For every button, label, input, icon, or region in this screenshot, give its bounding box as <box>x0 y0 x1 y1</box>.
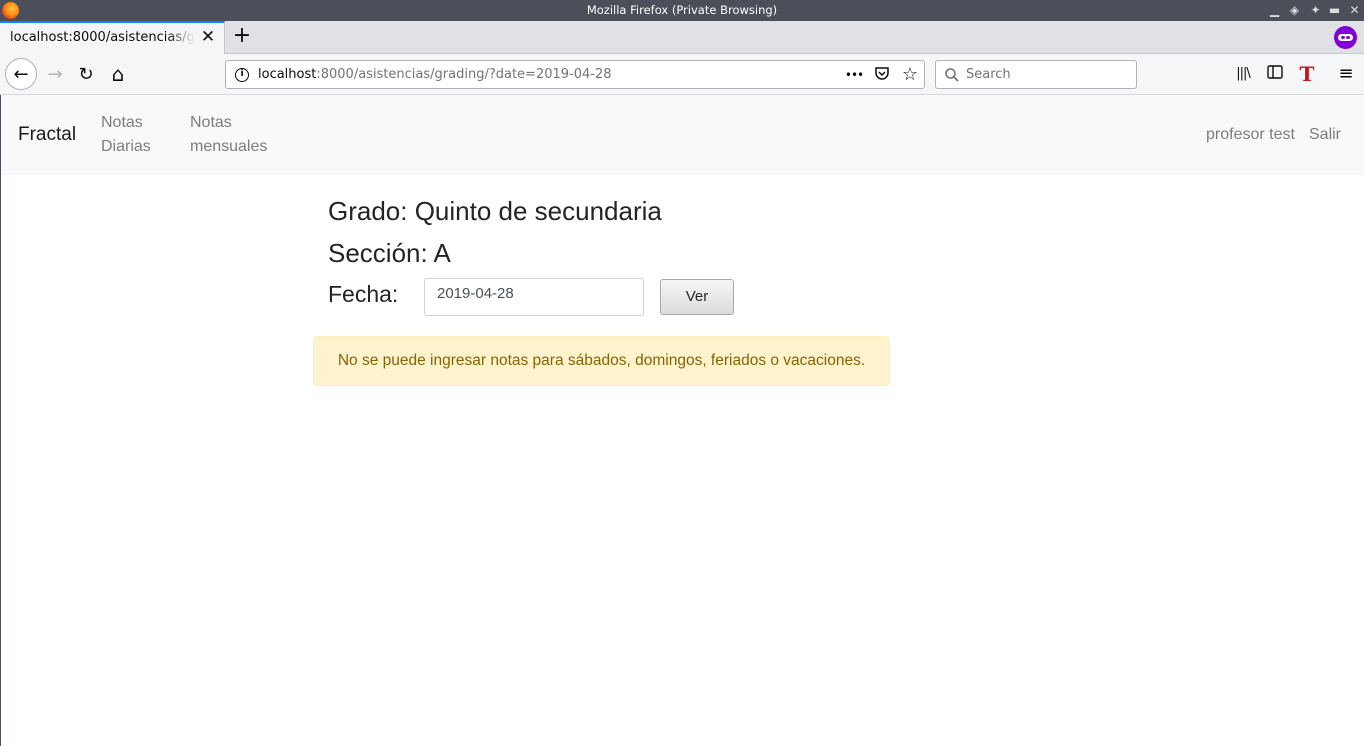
window-minimize-icon[interactable]: ▁ <box>1267 3 1282 18</box>
sidebar-icon[interactable] <box>1264 63 1286 85</box>
logout-link[interactable]: Salir <box>1309 123 1341 147</box>
ver-button[interactable]: Ver <box>660 279 734 315</box>
forward-icon[interactable]: → <box>40 59 70 89</box>
site-brand[interactable]: Fractal <box>18 124 76 146</box>
new-tab-icon[interactable]: + <box>231 24 253 48</box>
date-field[interactable]: 2019-04-28 <box>424 278 644 316</box>
browser-toolbar: ← → ↻ ⌂ i localhost:8000/asistencias/gra… <box>0 54 1364 95</box>
window-title: Mozilla Firefox (Private Browsing) <box>586 3 778 17</box>
seccion-heading: Sección: A <box>328 238 451 268</box>
site-navbar: Fractal Notas Diarias Notas mensuales pr… <box>1 95 1364 175</box>
search-input[interactable] <box>966 65 1126 84</box>
reload-icon[interactable]: ↻ <box>71 59 101 89</box>
window-left-border <box>0 95 1 746</box>
hamburger-menu-icon[interactable]: ≡ <box>1335 63 1357 85</box>
warning-alert: No se puede ingresar notas para sábados,… <box>313 336 890 386</box>
grado-heading: Grado: Quinto de secundaria <box>328 196 662 226</box>
window-titlebar: Mozilla Firefox (Private Browsing) ▁ ◈ ✦… <box>0 0 1364 21</box>
translate-extension-icon[interactable]: T <box>1296 63 1318 85</box>
site-info-icon[interactable]: i <box>235 68 249 82</box>
bookmark-star-icon[interactable]: ☆ <box>900 65 920 85</box>
close-tab-icon[interactable]: ✕ <box>199 27 217 47</box>
search-icon <box>945 68 959 82</box>
fecha-label: Fecha: <box>328 281 399 307</box>
page-actions-icon[interactable]: ••• <box>844 65 864 85</box>
search-bar[interactable] <box>935 60 1137 89</box>
tab-active[interactable]: localhost:8000/asistencias/grading/?date… <box>0 21 225 54</box>
tab-title: localhost:8000/asistencias/grading/?date… <box>10 30 195 45</box>
window-maximize-icon[interactable]: ▬ <box>1327 3 1342 18</box>
url-text[interactable]: localhost:8000/asistencias/grading/?date… <box>258 67 612 82</box>
tab-strip: localhost:8000/asistencias/grading/?date… <box>0 21 1364 54</box>
user-name-link[interactable]: profesor test <box>1206 123 1295 147</box>
nav-link-notas-mensuales[interactable]: Notas mensuales <box>190 111 267 159</box>
window-close-icon[interactable]: ✕ <box>1347 3 1362 18</box>
home-icon[interactable]: ⌂ <box>103 59 133 89</box>
url-bar[interactable]: i localhost:8000/asistencias/grading/?da… <box>225 60 925 89</box>
library-icon[interactable]: |||\ <box>1232 63 1254 85</box>
window-restore-icon[interactable]: ◈ <box>1287 3 1302 18</box>
private-browsing-icon <box>1334 26 1357 49</box>
pocket-icon[interactable] <box>872 65 892 85</box>
window-pin-icon[interactable]: ✦ <box>1308 3 1323 18</box>
back-icon[interactable]: ← <box>5 58 37 90</box>
nav-link-notas-diarias[interactable]: Notas Diarias <box>101 111 151 159</box>
